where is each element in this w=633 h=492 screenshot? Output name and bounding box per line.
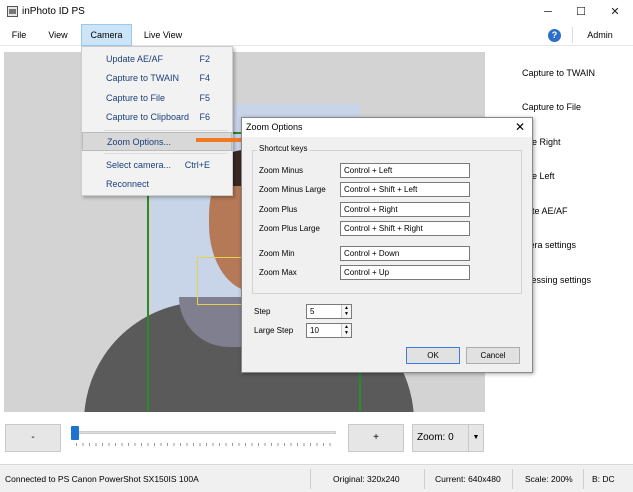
zoom-min-label: Zoom Min <box>259 249 295 258</box>
spin-down-icon[interactable]: ▼ <box>344 311 349 317</box>
eye-detection-box <box>197 257 247 305</box>
zoom-max-label: Zoom Max <box>259 268 297 277</box>
maximize-button[interactable]: ☐ <box>564 0 598 24</box>
zoom-slider-ticks <box>76 443 336 446</box>
menu-item-shortcut: Ctrl+E <box>184 160 210 170</box>
admin-button[interactable]: Admin <box>580 24 620 46</box>
large-step-value: 10 <box>310 326 319 335</box>
camera-menu-dropdown: Update AE/AF F2 Capture to TWAIN F4 Capt… <box>81 46 233 196</box>
zoom-minus-label: Zoom Minus <box>259 166 304 175</box>
zoom-level-combo[interactable]: Zoom: 0 ▼ <box>412 424 484 452</box>
menu-item-shortcut: F5 <box>199 93 210 103</box>
menu-item-label: Reconnect <box>106 179 150 189</box>
status-current-size: Current: 640x480 <box>435 474 501 484</box>
close-button[interactable]: ✕ <box>598 0 632 24</box>
minimize-button[interactable]: ─ <box>531 0 565 24</box>
status-bar: Connected to PS Canon PowerShot SX150IS … <box>0 464 633 492</box>
status-extra: B: DC <box>592 474 615 484</box>
status-divider <box>583 469 584 489</box>
zoom-slider-thumb[interactable] <box>71 426 79 440</box>
status-divider <box>424 469 425 489</box>
zoom-plus-label: Zoom Plus <box>259 205 298 214</box>
status-divider <box>310 469 311 489</box>
window-title: inPhoto ID PS <box>22 6 85 17</box>
menu-file[interactable]: File <box>4 24 34 46</box>
step-label: Step <box>254 307 271 316</box>
zoom-options-dialog: Zoom Options ✕ Shortcut keys Zoom Minus … <box>241 117 533 373</box>
status-divider <box>512 469 513 489</box>
right-capture-file[interactable]: Capture to File <box>522 102 581 112</box>
dialog-close-icon[interactable]: ✕ <box>512 119 528 135</box>
status-original-size: Original: 320x240 <box>333 474 400 484</box>
right-capture-twain[interactable]: Capture to TWAIN <box>522 68 595 78</box>
app-icon <box>7 6 18 17</box>
menu-item-label: Update AE/AF <box>106 54 164 64</box>
menu-item-label: Capture to TWAIN <box>106 73 180 83</box>
zoom-plus-large-shortcut-field[interactable]: Control + Shift + Right <box>340 221 470 236</box>
menu-item-label: Select camera... <box>106 160 172 170</box>
cancel-button[interactable]: Cancel <box>466 347 520 364</box>
dialog-title: Zoom Options <box>246 122 303 132</box>
title-bar: inPhoto ID PS ─ ☐ ✕ <box>0 0 633 24</box>
menu-item-update-ae-af[interactable]: Update AE/AF F2 <box>82 50 232 69</box>
zoom-minus-large-label: Zoom Minus Large <box>259 185 326 194</box>
chevron-down-icon[interactable]: ▼ <box>468 425 483 451</box>
ok-button[interactable]: OK <box>406 347 460 364</box>
menu-divider <box>572 27 573 43</box>
zoom-minus-large-shortcut-field[interactable]: Control + Shift + Left <box>340 182 470 197</box>
menu-separator <box>104 153 228 154</box>
menu-view[interactable]: View <box>40 24 76 46</box>
menu-item-label: Zoom Options... <box>107 137 172 147</box>
menu-live-view[interactable]: Live View <box>137 24 189 46</box>
menu-item-capture-file[interactable]: Capture to File F5 <box>82 89 232 108</box>
zoom-level-label: Zoom: 0 <box>417 432 454 443</box>
menu-item-label: Capture to Clipboard <box>106 112 190 122</box>
large-step-spinbox[interactable]: 10 ▲ ▼ <box>306 323 352 338</box>
zoom-slider-track[interactable] <box>74 431 336 434</box>
zoom-out-button[interactable]: - <box>5 424 61 452</box>
help-icon[interactable]: ? <box>548 29 561 42</box>
dialog-title-bar: Zoom Options ✕ <box>242 118 532 137</box>
zoom-plus-large-label: Zoom Plus Large <box>259 224 320 233</box>
menu-bar: File View Camera Live View ? Admin <box>0 24 633 46</box>
large-step-spin-buttons[interactable]: ▲ ▼ <box>341 324 351 337</box>
status-scale: Scale: 200% <box>525 474 573 484</box>
menu-item-capture-clipboard[interactable]: Capture to Clipboard F6 <box>82 108 232 127</box>
step-spinbox[interactable]: 5 ▲ ▼ <box>306 304 352 319</box>
menu-item-label: Capture to File <box>106 93 166 103</box>
zoom-minus-shortcut-field[interactable]: Control + Left <box>340 163 470 178</box>
zoom-max-shortcut-field[interactable]: Control + Up <box>340 265 470 280</box>
menu-camera[interactable]: Camera <box>81 24 132 46</box>
menu-item-shortcut: F2 <box>199 54 210 64</box>
zoom-min-shortcut-field[interactable]: Control + Down <box>340 246 470 261</box>
menu-item-select-camera[interactable]: Select camera... Ctrl+E <box>82 156 232 175</box>
menu-item-reconnect[interactable]: Reconnect <box>82 175 232 194</box>
menu-separator <box>104 130 228 131</box>
status-connection: Connected to PS Canon PowerShot SX150IS … <box>5 474 199 484</box>
step-spin-buttons[interactable]: ▲ ▼ <box>341 305 351 318</box>
step-value: 5 <box>310 307 315 316</box>
shortcut-keys-group-title: Shortcut keys <box>257 144 310 153</box>
zoom-plus-shortcut-field[interactable]: Control + Right <box>340 202 470 217</box>
menu-item-shortcut: F6 <box>199 112 210 122</box>
spin-down-icon[interactable]: ▼ <box>344 330 349 336</box>
menu-item-capture-twain[interactable]: Capture to TWAIN F4 <box>82 69 232 88</box>
menu-item-shortcut: F4 <box>199 73 210 83</box>
large-step-label: Large Step <box>254 326 294 335</box>
zoom-in-button[interactable]: + <box>348 424 404 452</box>
